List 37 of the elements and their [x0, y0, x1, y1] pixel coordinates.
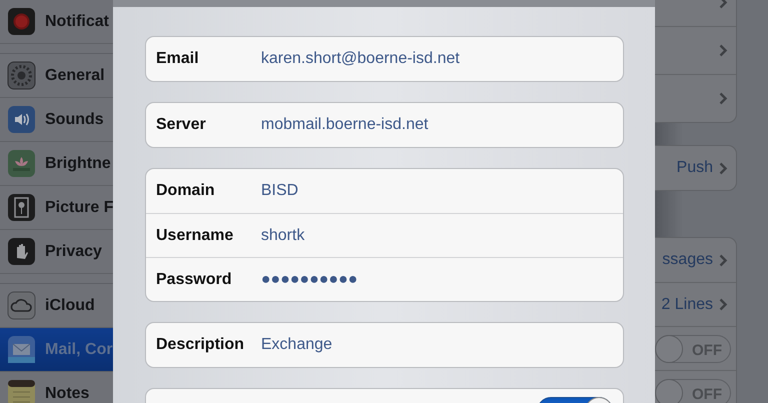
chevron-icon	[719, 254, 728, 266]
field-value[interactable]: BISD	[261, 179, 298, 203]
gear-icon	[7, 61, 36, 90]
envelope-icon	[7, 335, 36, 364]
notifications-icon	[7, 7, 36, 36]
field-value[interactable]: Exchange	[261, 333, 332, 357]
sidebar-item[interactable]: Privacy	[0, 230, 113, 274]
chevron-icon	[719, 44, 728, 57]
sidebar-item[interactable]: Brightne	[0, 142, 113, 186]
field-label: Server	[156, 115, 207, 135]
field-value[interactable]: karen.short@boerne-isd.net	[261, 47, 460, 71]
chevron-icon	[719, 298, 728, 311]
hand-icon	[7, 237, 36, 266]
sidebar-item[interactable]: Notificat	[0, 0, 113, 44]
sidebar-item[interactable]: Picture F	[0, 186, 113, 230]
field-value[interactable]: shortk	[261, 224, 305, 248]
field-label: Email	[156, 49, 200, 69]
flower-icon	[7, 149, 36, 178]
setting-value: ssages	[662, 250, 713, 270]
field-value[interactable]: ●●●●●●●●●●	[261, 268, 358, 292]
sidebar-item[interactable]: General	[0, 54, 113, 98]
chevron-icon	[719, 92, 728, 105]
field-label: Password	[156, 270, 233, 290]
notepad-icon	[7, 379, 36, 403]
speaker-icon	[7, 105, 36, 134]
cloud-icon	[7, 291, 36, 320]
setting-value: Push	[676, 158, 713, 178]
sidebar-item[interactable]: Mail, Cor	[0, 328, 113, 372]
picture-frame-icon	[7, 193, 36, 222]
setting-value: 2 Lines	[661, 294, 713, 314]
field-label: Description	[156, 335, 246, 355]
sidebar-item[interactable]: Notes	[0, 372, 113, 403]
field-label: Domain	[156, 181, 216, 201]
field-value[interactable]: mobmail.boerne-isd.net	[261, 113, 428, 137]
field-label: Username	[156, 226, 234, 246]
sidebar-item[interactable]: Sounds	[0, 98, 113, 142]
chevron-icon	[719, 162, 728, 174]
